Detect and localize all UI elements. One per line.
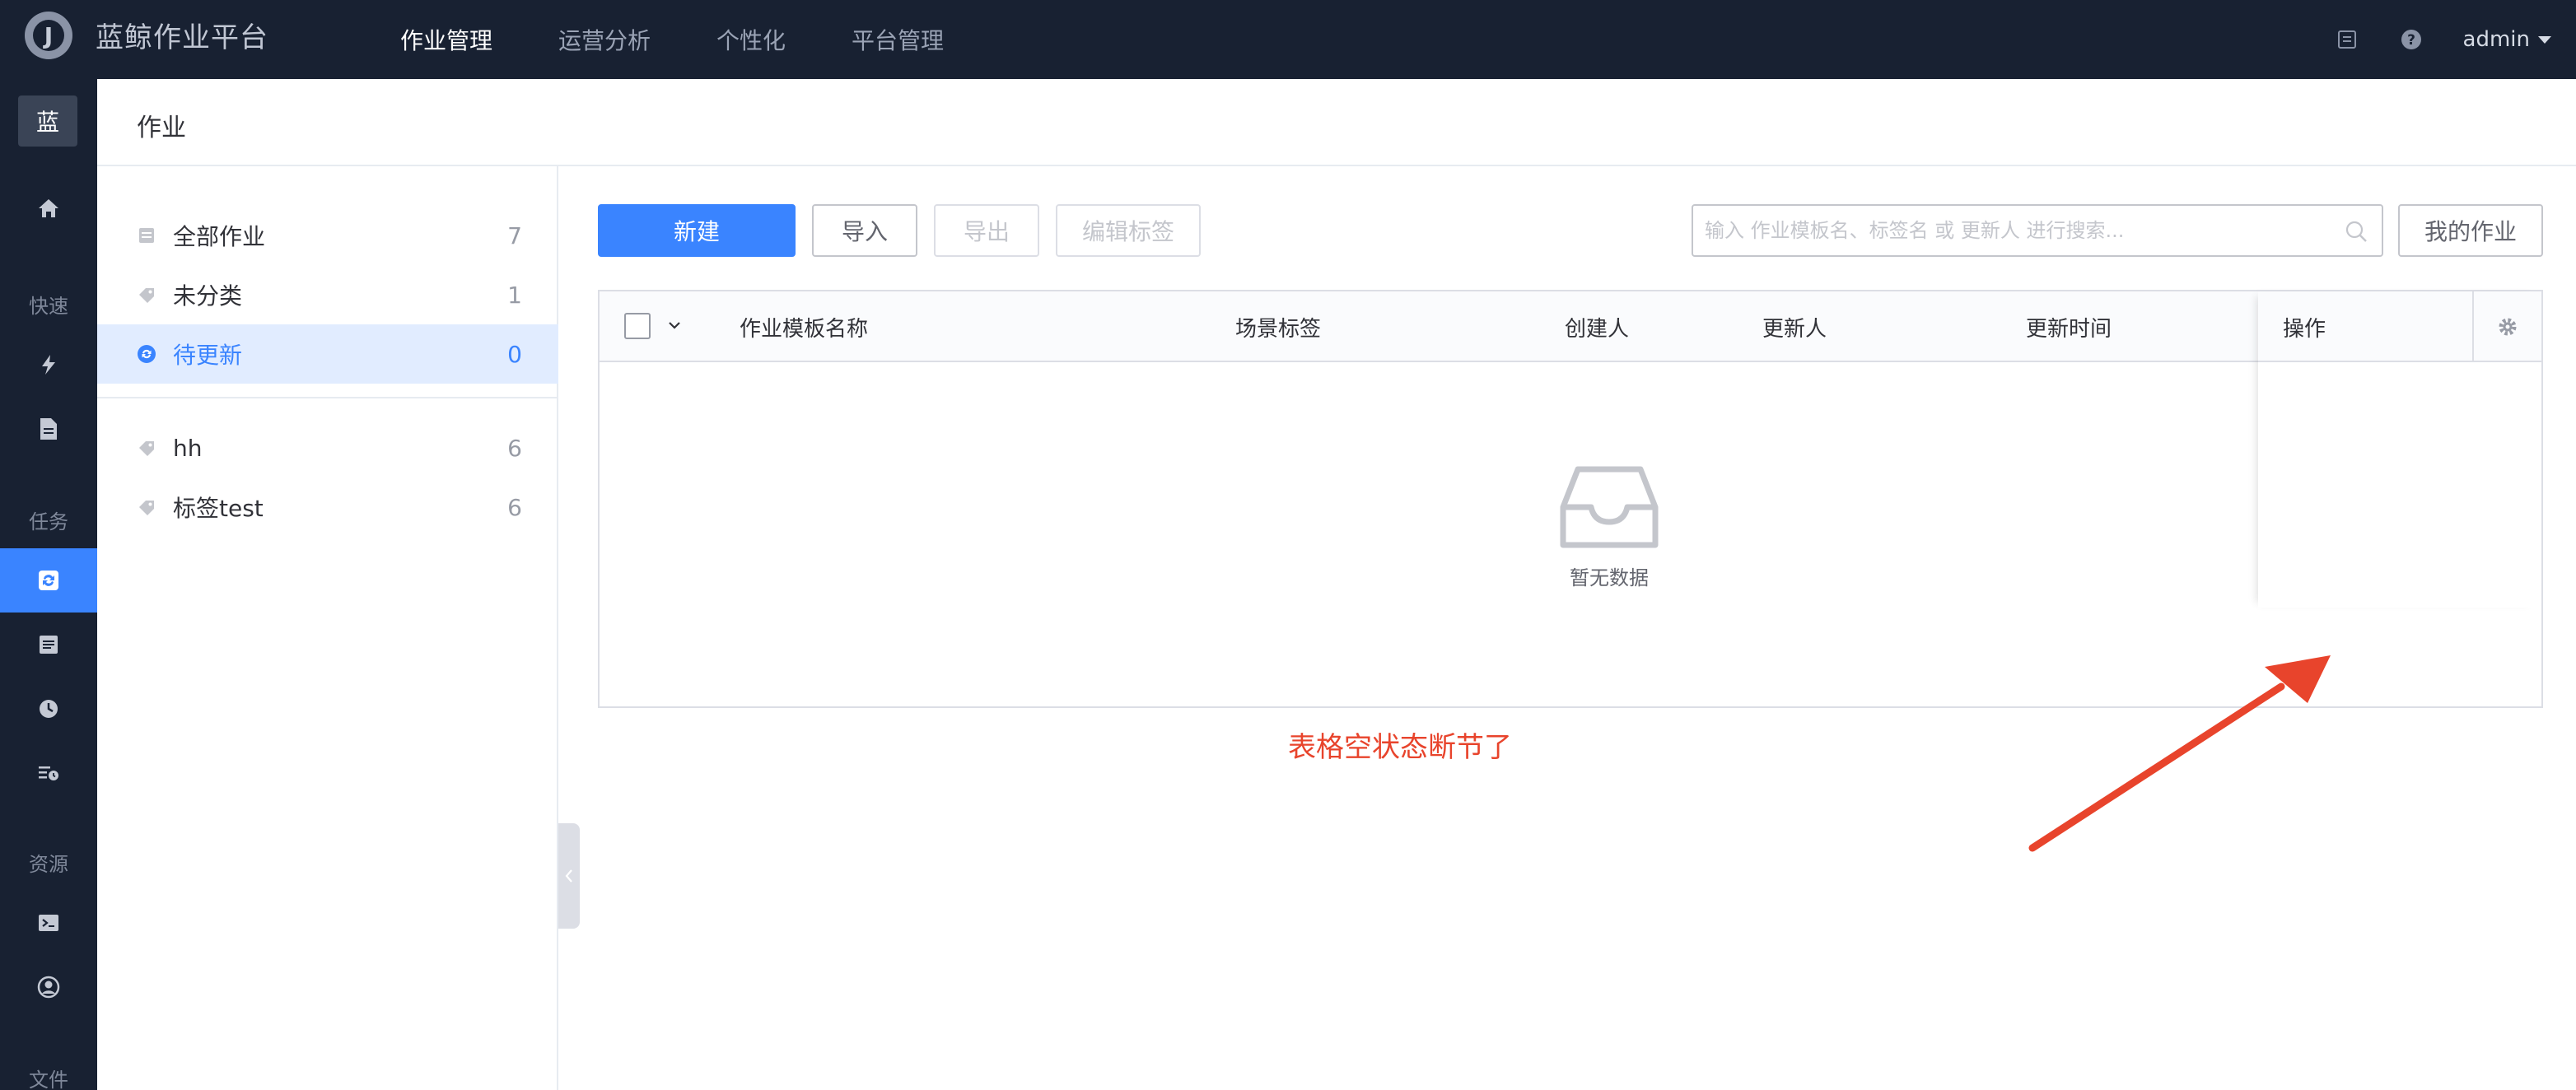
topnav-job-management[interactable]: 作业管理 bbox=[400, 0, 492, 79]
icon-sidebar: 蓝 快速 任务 资源 文件 bbox=[0, 79, 97, 1090]
stack-icon bbox=[139, 228, 154, 243]
search-icon[interactable] bbox=[2344, 219, 2368, 244]
clock-icon[interactable] bbox=[0, 677, 97, 741]
import-button[interactable]: 导入 bbox=[812, 204, 917, 257]
category-uncategorized[interactable]: 未分类 1 bbox=[97, 265, 558, 324]
file-icon[interactable] bbox=[0, 397, 97, 461]
terminal-icon[interactable] bbox=[0, 891, 97, 955]
tag-icon bbox=[139, 288, 154, 303]
collapse-panel-handle[interactable] bbox=[558, 823, 580, 929]
topnav-analytics[interactable]: 运营分析 bbox=[558, 0, 651, 79]
my-jobs-button[interactable]: 我的作业 bbox=[2398, 204, 2543, 257]
column-creator[interactable]: 创建人 bbox=[1565, 291, 1629, 362]
category-panel: 全部作业 7 未分类 1 待更新 0 hh 6 标签test 6 bbox=[97, 166, 558, 1090]
operations-fixed-column: 操作 bbox=[2258, 291, 2541, 608]
sync-icon bbox=[138, 345, 156, 363]
task-sync-icon[interactable] bbox=[0, 548, 97, 613]
topnav-platform-management[interactable]: 平台管理 bbox=[852, 0, 944, 79]
column-scene-tag[interactable]: 场景标签 bbox=[1235, 291, 1321, 362]
page-header: 作业 bbox=[97, 79, 2576, 166]
search-box bbox=[1692, 204, 2383, 257]
top-nav: 作业管理 运营分析 个性化 平台管理 bbox=[400, 0, 1010, 79]
app-title[interactable]: 蓝鲸作业平台 bbox=[96, 15, 268, 55]
category-count: 6 bbox=[507, 493, 522, 521]
log-icon[interactable] bbox=[2335, 27, 2359, 52]
annotation-text: 表格空状态断节了 bbox=[1288, 731, 1512, 764]
category-count: 1 bbox=[507, 281, 522, 309]
brand-badge[interactable]: 蓝 bbox=[18, 95, 77, 147]
column-updater[interactable]: 更新人 bbox=[1762, 291, 1827, 362]
group-label-file: 文件 bbox=[29, 1069, 68, 1090]
empty-text: 暂无数据 bbox=[1570, 566, 1649, 589]
column-divider bbox=[2472, 291, 2474, 362]
list-icon[interactable] bbox=[0, 613, 97, 677]
category-count: 7 bbox=[507, 221, 522, 249]
export-button[interactable]: 导出 bbox=[934, 204, 1039, 257]
annotation-arrow-icon bbox=[2028, 655, 2331, 852]
top-bar: J 蓝鲸作业平台 作业管理 运营分析 个性化 平台管理 ? admin bbox=[0, 0, 2576, 79]
topnav-personalization[interactable]: 个性化 bbox=[716, 0, 786, 79]
column-operations: 操作 bbox=[2283, 316, 2326, 342]
page-title: 作业 bbox=[137, 114, 186, 142]
column-template-name[interactable]: 作业模板名称 bbox=[740, 291, 868, 362]
category-all-jobs[interactable]: 全部作业 7 bbox=[97, 206, 558, 265]
logo-letter: J bbox=[33, 20, 64, 51]
chevron-down-icon[interactable] bbox=[2538, 35, 2551, 44]
logo[interactable]: J bbox=[25, 12, 72, 59]
category-label: 标签test bbox=[173, 495, 264, 522]
app-root: J 蓝鲸作业平台 作业管理 运营分析 个性化 平台管理 ? admin 蓝 快速 bbox=[0, 0, 2576, 1090]
account-icon[interactable] bbox=[0, 955, 97, 1019]
select-all-checkbox[interactable] bbox=[624, 313, 651, 339]
empty-state: 暂无数据 bbox=[1543, 464, 1675, 590]
category-label: 未分类 bbox=[173, 282, 243, 310]
search-input[interactable] bbox=[1705, 206, 2331, 255]
group-label-resource: 资源 bbox=[29, 853, 68, 876]
category-tag-test[interactable]: 标签test 6 bbox=[97, 477, 558, 537]
category-divider bbox=[97, 397, 558, 398]
category-label: 全部作业 bbox=[173, 223, 266, 250]
chevron-down-icon[interactable] bbox=[665, 316, 684, 334]
category-pending-update[interactable]: 待更新 0 bbox=[97, 324, 558, 384]
top-right-tools: ? admin bbox=[2335, 0, 2576, 79]
column-update-time[interactable]: 更新时间 bbox=[2026, 291, 2112, 362]
operations-header: 操作 bbox=[2258, 291, 2541, 362]
table-header: 作业模板名称 场景标签 创建人 更新人 更新时间 bbox=[600, 291, 2541, 362]
category-count: 0 bbox=[507, 340, 522, 368]
svg-text:?: ? bbox=[2407, 32, 2415, 49]
chevron-left-icon bbox=[565, 869, 572, 883]
category-label: 待更新 bbox=[173, 342, 243, 369]
tag-icon bbox=[139, 441, 154, 456]
edit-tag-button[interactable]: 编辑标签 bbox=[1056, 204, 1201, 257]
help-icon[interactable]: ? bbox=[2399, 27, 2424, 52]
user-name[interactable]: admin bbox=[2463, 27, 2530, 52]
tag-icon bbox=[139, 501, 154, 515]
new-button[interactable]: 新建 bbox=[598, 204, 796, 257]
gear-icon[interactable] bbox=[2495, 314, 2520, 339]
empty-inbox-icon bbox=[1560, 466, 1659, 548]
home-icon[interactable] bbox=[0, 176, 97, 240]
category-label: hh bbox=[173, 434, 203, 462]
group-label-quick: 快速 bbox=[29, 295, 68, 318]
jobs-table: 作业模板名称 场景标签 创建人 更新人 更新时间 暂无数据 操作 bbox=[598, 290, 2543, 708]
category-count: 6 bbox=[507, 434, 522, 462]
category-tag-hh[interactable]: hh 6 bbox=[97, 418, 558, 477]
lightning-icon[interactable] bbox=[0, 333, 97, 397]
group-label-task: 任务 bbox=[29, 510, 68, 533]
schedule-list-icon[interactable] bbox=[0, 741, 97, 805]
